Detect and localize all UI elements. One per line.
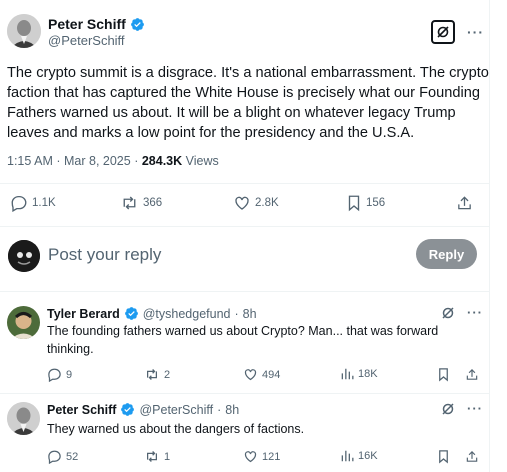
tweet-date[interactable]: Mar 8, 2025 [64,154,131,168]
divider [0,183,489,184]
repost-icon [147,451,157,462]
reply-action[interactable]: 52 [47,449,78,464]
grok-button[interactable] [431,20,455,44]
reply-action[interactable]: 9 [47,367,72,382]
like-icon [235,196,249,210]
like-icon [244,451,257,463]
more-options-icon[interactable]: ··· [467,401,483,416]
reply-author-handle[interactable]: @tyshedgefund [143,307,231,321]
share-icon [466,451,478,462]
reply-icon [48,368,61,382]
views-action[interactable]: 18K [340,367,378,381]
more-options-icon[interactable]: ··· [467,24,484,40]
meta-separator: · [134,154,142,168]
bookmark-icon [439,450,448,464]
share-action[interactable] [456,194,473,212]
views-icon [341,368,354,380]
reply-age[interactable]: 8h [243,307,257,321]
author-info: Peter Schiff @PeterSchiff [48,16,145,48]
reply-count: 52 [66,450,79,463]
reply-icon [11,195,27,212]
reply-tools: ··· [441,401,483,416]
separator: · [217,402,222,417]
like-count: 121 [262,450,281,463]
repost-count: 2 [164,368,171,381]
like-action[interactable]: 121 [243,449,280,464]
verified-badge-icon [124,306,139,321]
grok-icon[interactable] [441,306,455,320]
share-action[interactable] [465,367,479,382]
reply-action[interactable]: 1.1K [10,194,56,212]
reply-tools: ··· [441,305,483,320]
reply-age[interactable]: 8h [225,403,239,417]
like-count: 494 [262,368,281,381]
verified-badge-icon [120,402,135,417]
like-action[interactable]: 2.8K [233,194,279,212]
reply-text: They warned us about the dangers of fact… [47,422,305,436]
views-action[interactable]: 16K [340,449,378,463]
more-options-icon[interactable]: ··· [467,305,483,320]
grok-icon[interactable] [441,402,455,416]
verified-badge-icon [130,17,145,32]
share-icon [466,369,478,380]
reply-header: Peter Schiff @PeterSchiff · 8h [47,402,239,417]
tweet-meta: 1:15 AM · Mar 8, 2025 · 284.3K Views [7,154,219,168]
reply-count: 9 [66,368,73,381]
reply-actions: 52 1 121 16K [47,449,479,465]
bookmark-action[interactable]: 156 [346,194,385,212]
my-avatar[interactable] [8,240,40,272]
repost-action[interactable]: 1 [144,449,170,464]
repost-action[interactable]: 2 [144,367,170,382]
views-icon [341,450,354,462]
main-tweet-header: Peter Schiff @PeterSchiff ··· [7,10,487,54]
tweet-time[interactable]: 1:15 AM [7,154,53,168]
author-name[interactable]: Peter Schiff [48,16,126,32]
reply-button[interactable]: Reply [416,239,477,269]
share-icon [458,196,471,210]
bookmark-icon [348,195,360,212]
grok-icon [437,26,449,38]
reply-text: The founding fathers warned us about Cry… [47,324,439,356]
reply-actions: 9 2 494 18K [47,367,479,383]
reply-input[interactable]: Post your reply [48,245,161,265]
repost-action[interactable]: 366 [120,194,162,212]
reply-author-name[interactable]: Tyler Berard [47,307,120,321]
views-count: 16K [358,450,378,462]
author-handle[interactable]: @PeterSchiff [48,33,145,48]
bookmark-count: 156 [366,197,386,209]
reply-author-avatar[interactable] [7,306,40,339]
repost-icon [123,196,136,210]
main-tweet-actions: 1.1K 366 2.8K 156 [10,194,480,216]
reply-count: 1.1K [32,197,56,209]
share-action[interactable] [465,449,479,464]
author-avatar[interactable] [7,14,41,48]
reply-author-handle[interactable]: @PeterSchiff [139,403,213,417]
meta-separator: · [56,154,64,168]
separator: · [234,306,239,321]
divider [0,393,489,394]
tweet-text: The crypto summit is a disgrace. It's a … [7,65,489,141]
like-action[interactable]: 494 [243,367,280,382]
divider [0,226,489,227]
repost-count: 366 [143,197,163,209]
bookmark-action[interactable] [437,449,450,464]
bookmark-icon [439,368,448,382]
divider [0,291,489,292]
views-count: 18K [358,368,378,380]
views-label: Views [185,154,219,168]
views-count: 284.3K [141,154,183,168]
timeline-border [489,0,490,472]
reply-header: Tyler Berard @tyshedgefund · 8h [47,306,257,321]
repost-count: 1 [164,450,171,463]
reply-author-avatar[interactable] [7,402,40,435]
reply-author-name[interactable]: Peter Schiff [47,403,116,417]
like-count: 2.8K [255,197,279,209]
like-icon [244,369,257,381]
repost-icon [147,369,157,380]
reply-icon [48,450,61,464]
bookmark-action[interactable] [437,367,450,382]
